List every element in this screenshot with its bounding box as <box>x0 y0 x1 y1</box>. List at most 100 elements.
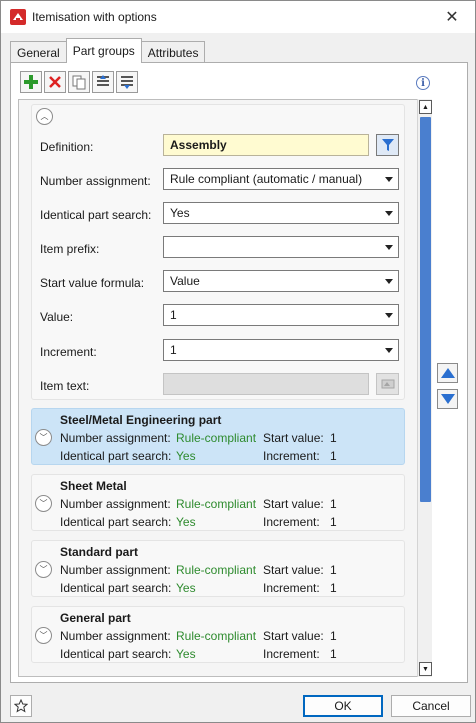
identical-part-search-value: Yes <box>176 581 196 595</box>
group-general-part[interactable]: ﹀ General part Number assignment: Rule-c… <box>31 606 405 663</box>
delete-icon <box>49 76 61 88</box>
increment-label: Increment: <box>263 515 320 529</box>
filter-button[interactable] <box>376 134 399 156</box>
identical-part-search-value: Yes <box>170 206 190 220</box>
start-value-formula-label: Start value formula: <box>40 276 145 290</box>
start-value-label: Start value: <box>263 563 324 577</box>
item-text-field <box>163 373 369 395</box>
collapse-up-icon[interactable]: ︿ <box>36 108 53 125</box>
tab-part-groups[interactable]: Part groups <box>65 38 142 63</box>
start-value-label: Start value: <box>263 629 324 643</box>
star-icon <box>14 699 28 713</box>
value-label: Value: <box>40 310 74 324</box>
start-value-value: 1 <box>330 497 337 511</box>
increment-value: 1 <box>170 343 177 357</box>
ok-button[interactable]: OK <box>303 695 383 717</box>
text-edit-icon <box>381 379 394 389</box>
close-button[interactable]: ✕ <box>429 1 475 33</box>
increment-label: Increment: <box>263 449 320 463</box>
filter-icon <box>381 139 394 151</box>
scrollbar-thumb[interactable] <box>420 117 431 502</box>
move-group-down-button[interactable] <box>437 389 458 409</box>
dropdown-arrow-icon <box>385 177 393 182</box>
increment-select[interactable]: 1 <box>163 339 399 361</box>
value-select[interactable]: 1 <box>163 304 399 326</box>
item-prefix-label: Item prefix: <box>40 242 100 256</box>
tab-general[interactable]: General <box>10 41 67 63</box>
tab-attributes[interactable]: Attributes <box>140 41 206 63</box>
item-text-edit-button <box>376 373 399 395</box>
scroll-up-arrow-icon[interactable]: ▲ <box>419 100 432 114</box>
copy-icon <box>72 75 86 90</box>
increment-label: Increment: <box>263 581 320 595</box>
move-up-icon <box>97 75 109 86</box>
start-value-formula-value: Value <box>170 274 200 288</box>
number-assignment-label: Number assignment: <box>60 431 171 445</box>
move-up-button[interactable] <box>92 71 114 93</box>
number-assignment-label: Number assignment: <box>40 174 151 188</box>
increment-label: Increment: <box>40 345 97 359</box>
vertical-scrollbar[interactable]: ▲ ▼ <box>417 99 432 677</box>
window-title: Itemisation with options <box>32 10 157 24</box>
start-value-value: 1 <box>330 629 337 643</box>
group-name: Sheet Metal <box>60 479 127 493</box>
definition-panel: ︿ Definition: Assembly Number assignment… <box>31 104 405 400</box>
increment-label: Increment: <box>263 647 320 661</box>
number-assignment-value: Rule-compliant <box>176 629 257 643</box>
item-prefix-select[interactable] <box>163 236 399 258</box>
number-assignment-label: Number assignment: <box>60 497 171 511</box>
add-button[interactable] <box>20 71 42 93</box>
identical-part-search-value: Yes <box>176 515 196 529</box>
cancel-button[interactable]: Cancel <box>391 695 471 717</box>
number-assignment-value: Rule-compliant <box>176 563 257 577</box>
dropdown-arrow-icon <box>385 348 393 353</box>
delete-button[interactable] <box>44 71 66 93</box>
identical-part-search-value: Yes <box>176 647 196 661</box>
scroll-down-arrow-icon[interactable]: ▼ <box>419 662 432 676</box>
part-group-list: ︿ Definition: Assembly Number assignment… <box>18 99 432 677</box>
group-name: Steel/Metal Engineering part <box>60 413 222 427</box>
move-group-up-button[interactable] <box>437 363 458 383</box>
expand-down-icon[interactable]: ﹀ <box>35 627 52 644</box>
identical-part-search-label: Identical part search: <box>60 449 172 463</box>
number-assignment-select[interactable]: Rule compliant (automatic / manual) <box>163 168 399 190</box>
number-assignment-label: Number assignment: <box>60 629 171 643</box>
identical-part-search-label: Identical part search: <box>60 581 172 595</box>
start-value-formula-select[interactable]: Value <box>163 270 399 292</box>
expand-down-icon[interactable]: ﹀ <box>35 561 52 578</box>
group-sheet-metal[interactable]: ﹀ Sheet Metal Number assignment: Rule-co… <box>31 474 405 531</box>
definition-field[interactable]: Assembly <box>163 134 369 156</box>
favorites-button[interactable] <box>10 695 32 717</box>
value-value: 1 <box>170 308 177 322</box>
info-icon[interactable]: i <box>416 76 430 90</box>
move-down-icon <box>121 76 133 89</box>
add-icon <box>24 75 38 89</box>
identical-part-search-label: Identical part search: <box>40 208 152 222</box>
toolbar <box>20 71 138 93</box>
number-assignment-value: Rule compliant (automatic / manual) <box>170 172 363 186</box>
move-down-button[interactable] <box>116 71 138 93</box>
group-standard-part[interactable]: ﹀ Standard part Number assignment: Rule-… <box>31 540 405 597</box>
identical-part-search-label: Identical part search: <box>60 515 172 529</box>
number-assignment-value: Rule-compliant <box>176 431 257 445</box>
increment-value: 1 <box>330 581 337 595</box>
number-assignment-value: Rule-compliant <box>176 497 257 511</box>
copy-button[interactable] <box>68 71 90 93</box>
title-bar: Itemisation with options ✕ <box>1 1 475 33</box>
number-assignment-label: Number assignment: <box>60 563 171 577</box>
group-steel-metal[interactable]: ﹀ Steel/Metal Engineering part Number as… <box>31 408 405 465</box>
identical-part-search-select[interactable]: Yes <box>163 202 399 224</box>
increment-value: 1 <box>330 515 337 529</box>
group-name: General part <box>60 611 131 625</box>
expand-down-icon[interactable]: ﹀ <box>35 429 52 446</box>
start-value-value: 1 <box>330 563 337 577</box>
start-value-value: 1 <box>330 431 337 445</box>
expand-down-icon[interactable]: ﹀ <box>35 495 52 512</box>
start-value-label: Start value: <box>263 431 324 445</box>
part-groups-panel: i ︿ Definition: Assembly Number assignme… <box>10 62 468 683</box>
tab-strip: General Part groups Attributes <box>10 38 206 63</box>
start-value-label: Start value: <box>263 497 324 511</box>
dropdown-arrow-icon <box>385 313 393 318</box>
triangle-up-icon <box>440 368 455 378</box>
triangle-down-icon <box>440 394 455 404</box>
